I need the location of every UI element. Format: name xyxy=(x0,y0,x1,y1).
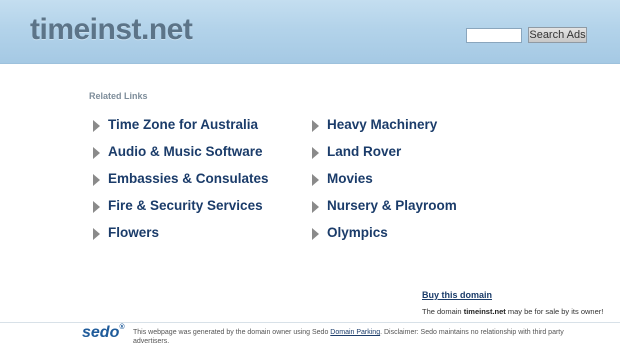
related-link-label[interactable]: Embassies & Consulates xyxy=(108,171,269,186)
sedo-logo-text: sedo xyxy=(82,324,120,341)
arrow-right-icon xyxy=(312,173,319,186)
search-input[interactable] xyxy=(466,28,522,43)
related-links-left-column: Time Zone for Australia Audio & Music So… xyxy=(93,111,269,246)
related-links-right-column: Heavy Machinery Land Rover Movies Nurser… xyxy=(312,111,457,246)
related-link[interactable]: Time Zone for Australia xyxy=(93,111,269,138)
related-link-label[interactable]: Time Zone for Australia xyxy=(108,117,258,132)
related-link[interactable]: Heavy Machinery xyxy=(312,111,457,138)
sale-domain: timeinst.net xyxy=(463,307,506,316)
arrow-right-icon xyxy=(93,227,100,240)
disclaimer-text-a: This webpage was generated by the domain… xyxy=(133,329,331,336)
arrow-right-icon xyxy=(93,173,100,186)
registered-mark: ® xyxy=(119,324,125,331)
related-link-label[interactable]: Heavy Machinery xyxy=(327,117,437,132)
sale-notice: The domain timeinst.net may be for sale … xyxy=(422,307,603,316)
related-link[interactable]: Fire & Security Services xyxy=(93,192,269,219)
arrow-right-icon xyxy=(312,200,319,213)
related-link-label[interactable]: Land Rover xyxy=(327,144,401,159)
header-bar: timeinst.net Search Ads xyxy=(0,0,620,64)
footer-divider xyxy=(0,322,620,323)
related-link[interactable]: Audio & Music Software xyxy=(93,138,269,165)
arrow-right-icon xyxy=(93,119,100,132)
related-link-label[interactable]: Flowers xyxy=(108,225,159,240)
related-link-label[interactable]: Audio & Music Software xyxy=(108,144,263,159)
site-logo[interactable]: timeinst.net xyxy=(30,13,193,47)
buy-domain-link[interactable]: Buy this domain xyxy=(422,290,492,300)
related-links-title: Related Links xyxy=(89,91,148,101)
search-ads-button[interactable]: Search Ads xyxy=(528,27,587,43)
related-link[interactable]: Land Rover xyxy=(312,138,457,165)
arrow-right-icon xyxy=(93,146,100,159)
sale-text-suffix: may be for sale by its owner! xyxy=(505,307,604,316)
related-link[interactable]: Olympics xyxy=(312,219,457,246)
domain-parking-link[interactable]: Domain Parking xyxy=(330,329,380,336)
sale-text-prefix: The domain xyxy=(422,307,464,316)
related-link[interactable]: Embassies & Consulates xyxy=(93,165,269,192)
related-link-label[interactable]: Movies xyxy=(327,171,373,186)
related-link-label[interactable]: Fire & Security Services xyxy=(108,198,263,213)
sedo-logo[interactable]: sedo® xyxy=(82,324,125,342)
arrow-right-icon xyxy=(93,200,100,213)
related-link[interactable]: Movies xyxy=(312,165,457,192)
arrow-right-icon xyxy=(312,227,319,240)
footer-disclaimer: This webpage was generated by the domain… xyxy=(133,328,573,346)
related-link-label[interactable]: Nursery & Playroom xyxy=(327,198,457,213)
related-link-label[interactable]: Olympics xyxy=(327,225,388,240)
related-link[interactable]: Flowers xyxy=(93,219,269,246)
arrow-right-icon xyxy=(312,119,319,132)
related-link[interactable]: Nursery & Playroom xyxy=(312,192,457,219)
arrow-right-icon xyxy=(312,146,319,159)
